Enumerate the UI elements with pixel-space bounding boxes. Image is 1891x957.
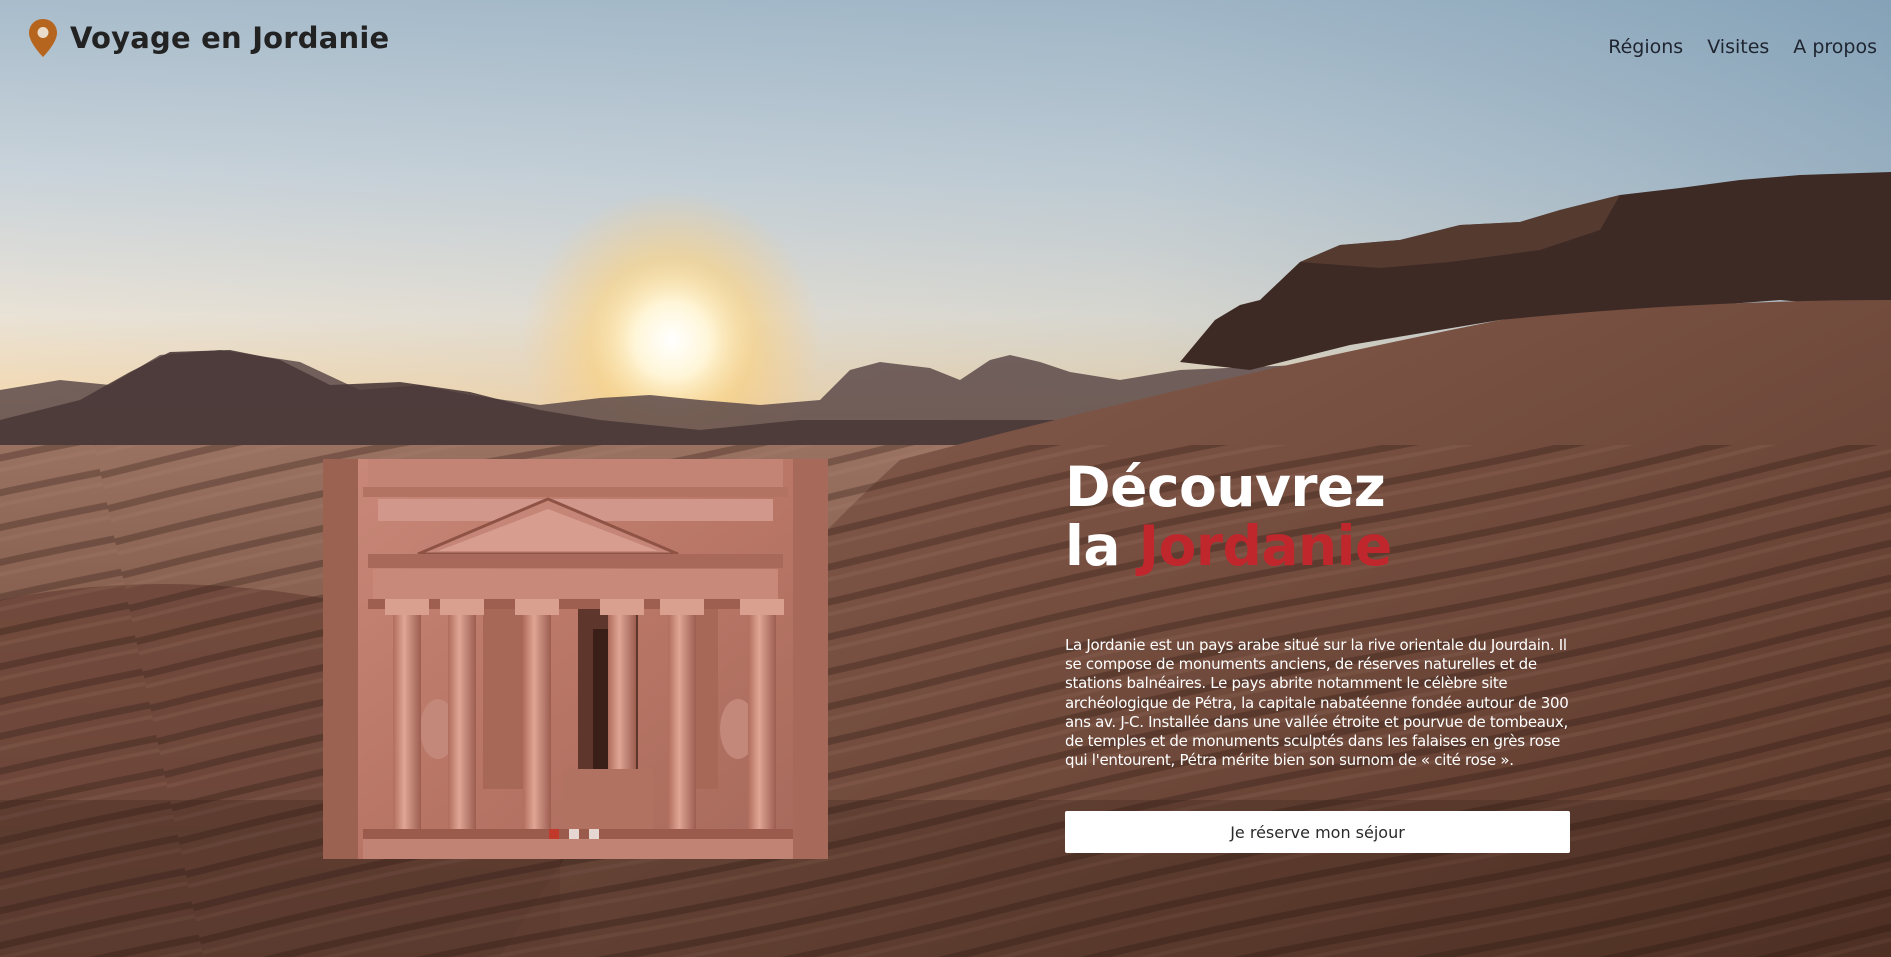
main-nav: Régions Visites A propos xyxy=(1608,36,1877,58)
desert-background-image xyxy=(0,0,1891,957)
brand-logo[interactable]: Voyage en Jordanie xyxy=(28,18,389,58)
map-pin-icon xyxy=(28,18,58,58)
headline-line-1: Découvrez xyxy=(1065,455,1386,519)
carousel-dot-2[interactable] xyxy=(569,829,579,839)
nav-link-a-propos[interactable]: A propos xyxy=(1793,36,1877,58)
hero-section: Voyage en Jordanie Régions Visites A pro… xyxy=(0,0,1891,957)
site-title: Voyage en Jordanie xyxy=(70,20,390,55)
book-stay-button[interactable]: Je réserve mon séjour xyxy=(1065,811,1570,853)
carousel-dot-3[interactable] xyxy=(589,829,599,839)
headline-line-2-prefix: la xyxy=(1065,514,1120,578)
headline-accent-word: Jordanie xyxy=(1138,514,1393,578)
petra-treasury-image xyxy=(323,459,828,859)
hero-headline: Découvrez la Jordanie xyxy=(1065,458,1392,576)
nav-link-regions[interactable]: Régions xyxy=(1608,36,1683,58)
intro-paragraph: La Jordanie est un pays arabe situé sur … xyxy=(1065,636,1569,770)
nav-link-visites[interactable]: Visites xyxy=(1707,36,1769,58)
carousel-dot-1[interactable] xyxy=(549,829,559,839)
image-carousel[interactable] xyxy=(323,459,828,859)
carousel-indicators xyxy=(549,829,599,839)
